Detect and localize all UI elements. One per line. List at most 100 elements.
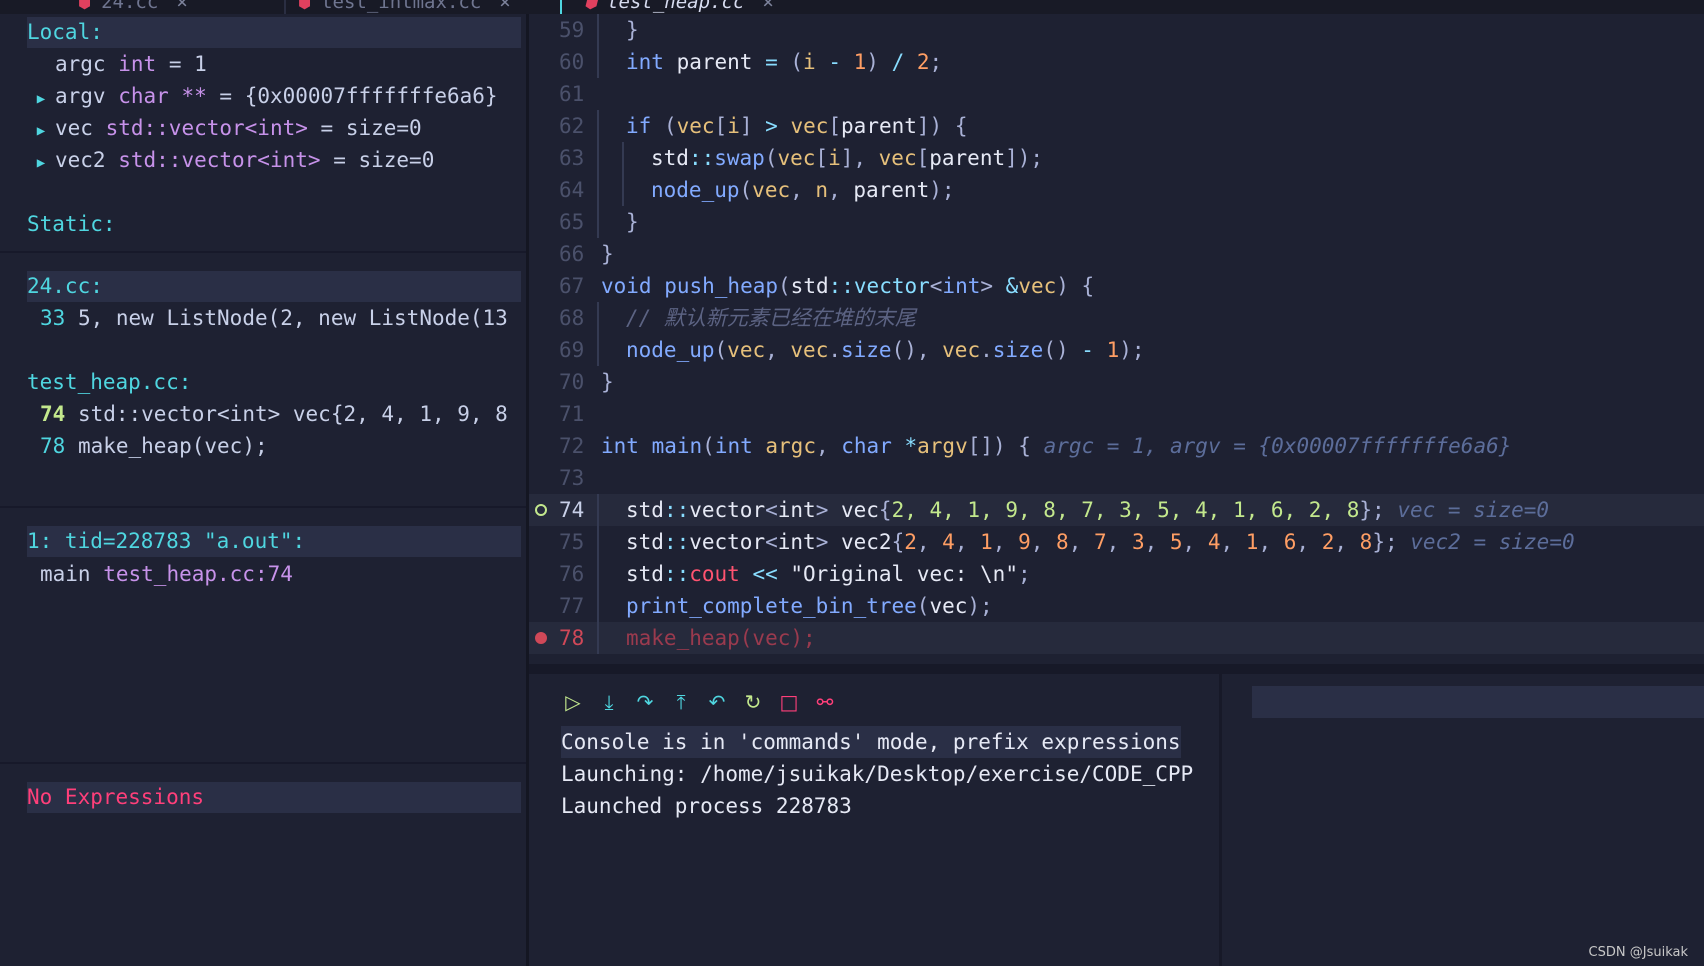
code-token: ;: [1017, 562, 1031, 586]
code-token: ,: [1296, 530, 1322, 554]
close-icon[interactable]: ×: [762, 0, 773, 13]
line-number: 63: [559, 146, 585, 170]
code-line[interactable]: 76 std::cout << "Original vec: \n";: [529, 558, 1704, 590]
code-token: vec = size=0: [1397, 498, 1550, 522]
code-line[interactable]: 72 int main(int argc, char *argv[]) { arg…: [529, 430, 1704, 462]
code-editor[interactable]: 59} 60 int parent = (i - 1) / 2; 61 62 if (ve…: [529, 14, 1704, 664]
code-line[interactable]: 65}: [529, 206, 1704, 238]
step-over-icon[interactable]: ↷: [633, 690, 657, 714]
code-token: vec: [777, 146, 816, 170]
line-number: 78: [559, 626, 585, 650]
code-text: int parent = (i - 1) / 2;: [626, 46, 942, 78]
code-token: ) {: [1056, 274, 1095, 298]
indent-guide: [597, 558, 599, 590]
scope-static-header[interactable]: Static:: [27, 208, 521, 240]
code-token: "Original vec: \n": [790, 562, 1018, 586]
breakpoint-entry[interactable]: 33 5, new ListNode(2, new ListNode(13: [27, 302, 521, 334]
continue-icon[interactable]: ▷: [561, 690, 585, 714]
step-back-icon[interactable]: ↶: [705, 690, 729, 714]
code-token: ,: [828, 178, 854, 202]
stop-icon[interactable]: □: [777, 690, 801, 714]
code-line[interactable]: 77 print_complete_bin_tree(vec);: [529, 590, 1704, 622]
disconnect-icon[interactable]: ⚯: [813, 690, 837, 714]
code-token: int: [601, 434, 652, 458]
code-line[interactable]: 75 std::vector<int> vec2{2, 4, 1, 9, 8, 7…: [529, 526, 1704, 558]
expand-arrow-icon[interactable]: ▶: [27, 115, 55, 144]
variable-row-vec2[interactable]: ▶ vec2 std::vector<int> = size=0: [27, 144, 521, 176]
code-token: 2: [1321, 530, 1335, 554]
code-token: 8: [1056, 530, 1069, 554]
close-icon[interactable]: ×: [176, 0, 187, 13]
tab-24-cc[interactable]: ⬢ 24.cc ×: [78, 0, 188, 14]
code-token: (: [714, 338, 728, 362]
code-token: 5: [1169, 530, 1183, 554]
code-text: }: [626, 206, 639, 238]
code-token: vec: [676, 114, 715, 138]
variable-row-argc[interactable]: argc int = 1: [27, 48, 521, 80]
console-input[interactable]: [1252, 686, 1704, 718]
code-line[interactable]: 67 void push_heap(std::vector<int> &vec) …: [529, 270, 1704, 302]
indent-guide: [597, 526, 599, 558]
breakpoint-entry[interactable]: 78 make_heap(vec);: [27, 430, 521, 462]
code-token: ,: [815, 434, 842, 458]
restart-icon[interactable]: ↻: [741, 690, 765, 714]
debug-console[interactable]: ▷ ⤓ ↷ ⤒ ↶ ↻ □ ⚯ Console is in 'commands' mode, …: [529, 674, 1219, 966]
indent-guide: [597, 622, 599, 654]
scope-local-header[interactable]: Local:: [27, 17, 521, 48]
code-line[interactable]: 59}: [529, 14, 1704, 46]
code-text: int main(int argc, char *argv[]) { argc …: [601, 430, 1511, 462]
breakpoint-entry-current[interactable]: 74 std::vector<int> vec{2, 4, 1, 9, 8: [27, 398, 521, 430]
code-token: ]: [739, 114, 766, 138]
code-token: std: [626, 498, 664, 522]
code-line[interactable]: 74 std::vector<int> vec{2, 4, 1, 9, 8, 7,…: [529, 494, 1704, 526]
breakpoint-file-24cc[interactable]: 24.cc:: [27, 271, 521, 302]
code-token: std: [651, 146, 689, 170]
step-out-icon[interactable]: ⤒: [669, 690, 693, 714]
variable-row-argv[interactable]: ▶ argv char ** = {0x00007fffffffe6a6}: [27, 80, 521, 112]
indent-guide: [597, 590, 599, 622]
breakpoint-icon[interactable]: [535, 632, 547, 644]
code-line[interactable]: 63 std::swap(vec[i], vec[parent]);: [529, 142, 1704, 174]
code-token: (: [790, 50, 804, 74]
callstack-thread[interactable]: 1: tid=228783 "a.out":: [27, 526, 521, 557]
code-token: (: [778, 274, 791, 298]
code-token: }: [601, 242, 614, 266]
step-into-icon[interactable]: ⤓: [597, 690, 621, 714]
tab-test-heap-cc[interactable]: ⬢ test_heap.cc ×: [584, 0, 774, 14]
code-line[interactable]: 68 // 默认新元素已经在堆的末尾: [529, 302, 1704, 334]
variable-row-vec[interactable]: ▶ vec std::vector<int> = size=0: [27, 112, 521, 144]
code-token: 1: [1245, 530, 1259, 554]
code-line[interactable]: 64 node_up(vec, n, parent);: [529, 174, 1704, 206]
code-line[interactable]: 66}: [529, 238, 1704, 270]
code-token: push_heap: [664, 274, 779, 298]
code-token: >: [765, 114, 791, 138]
indent-guide: [597, 110, 599, 142]
close-icon[interactable]: ×: [499, 0, 510, 13]
cpp-file-icon: ⬢: [584, 0, 598, 12]
code-line[interactable]: 61: [529, 78, 1704, 110]
code-line[interactable]: 78 make_heap(vec);: [529, 622, 1704, 654]
callstack-frame[interactable]: main test_heap.cc:74: [27, 558, 521, 590]
code-text: // 默认新元素已经在堆的末尾: [626, 302, 916, 334]
line-number: 59: [559, 18, 585, 42]
code-token: parent: [676, 50, 766, 74]
code-token: int: [714, 434, 766, 458]
code-token: void: [601, 274, 665, 298]
code-line[interactable]: 60 int parent = (i - 1) / 2;: [529, 46, 1704, 78]
code-text: node_up(vec, vec.size(), vec.size() - 1)…: [626, 334, 1145, 366]
code-line[interactable]: 70}: [529, 366, 1704, 398]
code-token: -: [1081, 338, 1107, 362]
code-line[interactable]: 62 if (vec[i] > vec[parent]) {: [529, 110, 1704, 142]
expand-arrow-icon[interactable]: ▶: [27, 83, 55, 112]
code-token: if: [626, 114, 664, 138]
code-token: 3: [1131, 530, 1145, 554]
code-line[interactable]: 73: [529, 462, 1704, 494]
code-token: ],: [840, 146, 879, 170]
breakpoint-file-test-heap[interactable]: test_heap.cc:: [27, 366, 521, 398]
expand-arrow-icon[interactable]: ▶: [27, 147, 55, 176]
code-token: swap: [714, 146, 765, 170]
tab-test-intmax-cc[interactable]: ⬢ test_intmax.cc ×: [298, 0, 511, 14]
code-line[interactable]: 71: [529, 398, 1704, 430]
debug-sidebar: Local: argc int = 1 ▶ argv char ** = {0x0…: [0, 14, 526, 966]
code-line[interactable]: 69 node_up(vec, vec.size(), vec.size() - …: [529, 334, 1704, 366]
